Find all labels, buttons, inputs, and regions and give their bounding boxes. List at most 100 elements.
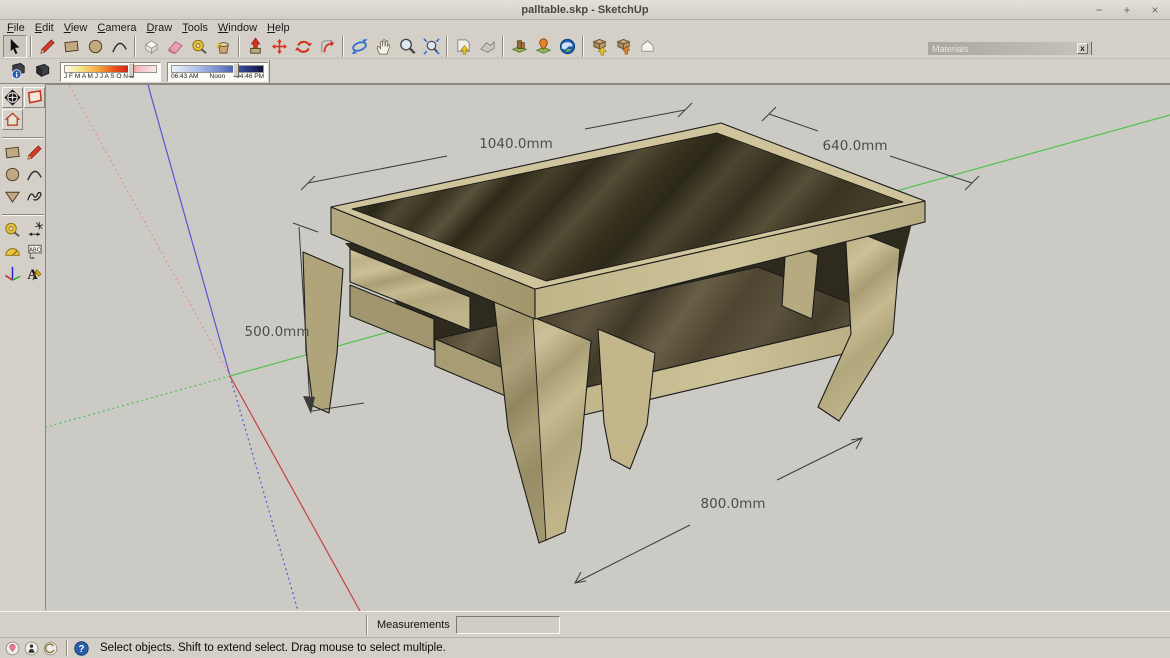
dimension-height-label[interactable]: 500.0mm: [245, 324, 310, 340]
paint-bucket-button[interactable]: [211, 35, 235, 58]
push-pull-icon: [246, 37, 265, 56]
title-bar: palltable.skp - SketchUp − + ×: [0, 0, 1170, 20]
maximize-button[interactable]: +: [1120, 3, 1134, 17]
separator: [446, 36, 448, 57]
svg-text:?: ?: [79, 644, 85, 655]
share-model-button[interactable]: [611, 35, 635, 58]
close-button[interactable]: ×: [1148, 3, 1162, 17]
main-area: ABCA: [0, 84, 1170, 610]
help-circle-icon: ?: [73, 640, 90, 657]
menu-draw[interactable]: Draw: [144, 22, 180, 34]
page-down-arrow-icon: [454, 37, 473, 56]
photo-textures-button[interactable]: [507, 35, 531, 58]
push-pull-button[interactable]: [243, 35, 267, 58]
google-earth-button[interactable]: [555, 35, 579, 58]
magnifier-icon: [398, 37, 417, 56]
scribble-icon: [25, 187, 44, 206]
protractor-tool-button[interactable]: [2, 241, 23, 262]
orbit-button[interactable]: [347, 35, 371, 58]
house-icon: [3, 110, 22, 129]
shadow-settings-button[interactable]: [6, 61, 30, 83]
move-arrows-icon: [270, 37, 289, 56]
date-slider-track[interactable]: [64, 65, 157, 73]
shadow-time-slider[interactable]: 06:43 AM Noon 04:46 PM: [167, 62, 268, 82]
shadow-box-icon: [33, 62, 52, 81]
drawing-canvas[interactable]: 1040.0mm 640.0mm 500.0mm 800.0mm: [46, 84, 1170, 610]
materials-panel-titlebar[interactable]: Materials x: [928, 42, 1092, 55]
component-box-icon: [142, 37, 161, 56]
menu-file[interactable]: File: [4, 22, 32, 34]
credit-attribution-button[interactable]: [23, 640, 40, 657]
axes-tool-button[interactable]: [2, 263, 23, 284]
line-tool-button[interactable]: [24, 142, 45, 163]
help-button[interactable]: ?: [73, 640, 90, 657]
polygon-tool-button[interactable]: [2, 186, 23, 207]
time-slider-track[interactable]: [171, 65, 264, 73]
measurements-input[interactable]: [456, 616, 560, 634]
tape-measure-tool-button[interactable]: [2, 219, 23, 240]
location-pin-icon: [534, 37, 553, 56]
add-location-button[interactable]: [531, 35, 555, 58]
palette-blank: [23, 108, 44, 129]
materials-close-button[interactable]: x: [1077, 43, 1088, 54]
walkthrough-tool-button[interactable]: [2, 109, 23, 130]
materials-panel-title: Materials: [928, 44, 1077, 54]
tape-measure-button[interactable]: [187, 35, 211, 58]
move-button[interactable]: [267, 35, 291, 58]
pan-button[interactable]: [371, 35, 395, 58]
separator: [2, 132, 44, 139]
menu-edit[interactable]: Edit: [32, 22, 61, 34]
measurements-label: Measurements: [377, 619, 450, 631]
get-current-view-button[interactable]: [451, 35, 475, 58]
circle-tool-button[interactable]: [2, 164, 23, 185]
component-button[interactable]: [635, 35, 659, 58]
sign-in-button[interactable]: [42, 640, 59, 657]
zoom-button[interactable]: [395, 35, 419, 58]
rectangle-tool-button[interactable]: [2, 142, 23, 163]
menu-bar: FileEditViewCameraDrawToolsWindowHelp: [0, 21, 1170, 34]
menu-tools[interactable]: Tools: [179, 22, 215, 34]
menu-help[interactable]: Help: [264, 22, 297, 34]
separator: [238, 36, 240, 57]
compass-tool-button[interactable]: [2, 87, 23, 108]
time-label-evening: 04:46 PM: [236, 73, 264, 81]
make-component-button[interactable]: [139, 35, 163, 58]
text-tool-button[interactable]: ABC: [24, 241, 45, 262]
table-model[interactable]: [303, 123, 925, 543]
dimension-tool-button[interactable]: [24, 219, 45, 240]
eraser-button[interactable]: [163, 35, 187, 58]
tape-measure-icon: [190, 37, 209, 56]
swirl-circle-icon: [42, 640, 59, 657]
dimension-width-label[interactable]: 640.0mm: [823, 138, 888, 154]
rectangle-button[interactable]: [59, 35, 83, 58]
menu-window[interactable]: Window: [215, 22, 264, 34]
arc-icon: [25, 165, 44, 184]
freehand-tool-button[interactable]: [24, 186, 45, 207]
minimize-button[interactable]: −: [1092, 3, 1106, 17]
zoom-extents-button[interactable]: [419, 35, 443, 58]
offset-button[interactable]: [315, 35, 339, 58]
shadow-toggle-button[interactable]: [30, 61, 54, 83]
dimension-leg-span-label[interactable]: 800.0mm: [701, 496, 766, 512]
date-slider-handle[interactable]: [128, 63, 134, 77]
select-face-tool-button[interactable]: [24, 87, 45, 108]
line-button[interactable]: [35, 35, 59, 58]
menu-view[interactable]: View: [61, 22, 95, 34]
circle-button[interactable]: [83, 35, 107, 58]
toggle-terrain-button[interactable]: [475, 35, 499, 58]
dimension-height[interactable]: 500.0mm: [245, 223, 364, 414]
magnifier-extents-icon: [422, 37, 441, 56]
3d-text-tool-button[interactable]: A: [24, 263, 45, 284]
geolocation-button[interactable]: [4, 640, 21, 657]
time-slider-handle[interactable]: [233, 63, 239, 77]
arc-button[interactable]: [107, 35, 131, 58]
globe-icon: [558, 37, 577, 56]
arc-tool-button[interactable]: [24, 164, 45, 185]
get-models-button[interactable]: [587, 35, 611, 58]
rotate-button[interactable]: [291, 35, 315, 58]
menu-camera[interactable]: Camera: [94, 22, 143, 34]
dimension-length-label[interactable]: 1040.0mm: [479, 136, 553, 152]
measurements-separator: [366, 615, 368, 635]
shadow-date-slider[interactable]: J F M A M J J A S O N D: [60, 62, 161, 82]
select-button[interactable]: [3, 35, 27, 58]
